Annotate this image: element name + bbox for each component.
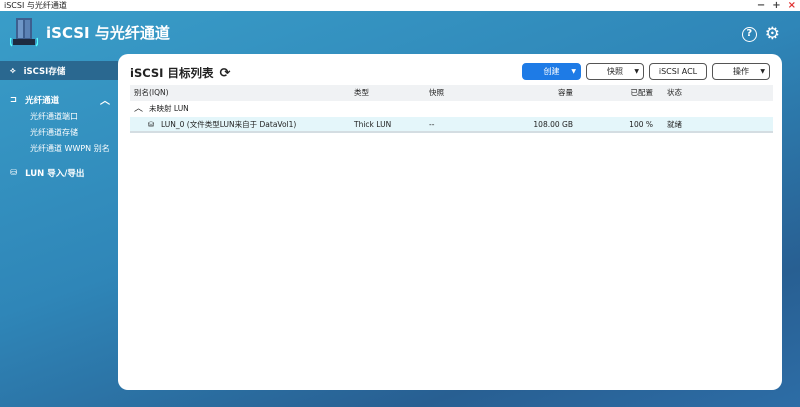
chevron-up-icon[interactable]: ︿ — [134, 101, 143, 117]
app-logo-icon — [9, 16, 39, 48]
cell-type: Thick LUN — [354, 120, 392, 129]
column-snapshot[interactable]: 快照 — [429, 85, 444, 101]
cell-allocated: 100 % — [629, 120, 653, 129]
snapshot-label: 快照 — [607, 67, 623, 76]
sidebar-item-label: 光纤通道 — [25, 95, 60, 106]
close-button[interactable]: × — [788, 0, 796, 11]
column-status[interactable]: 状态 — [667, 85, 682, 101]
table-header: 别名(IQN) 类型 快照 容量 已配置 状态 — [130, 85, 773, 101]
iscsi-icon: ⟡ — [10, 65, 16, 76]
group-label: 未映射 LUN — [149, 104, 189, 113]
cell-snapshot: -- — [429, 120, 435, 129]
column-allocated[interactable]: 已配置 — [631, 85, 654, 101]
app-header: iSCSI 与光纤通道 — [9, 16, 170, 48]
snapshot-button[interactable]: 快照 ▼ — [586, 63, 644, 80]
group-row[interactable]: ︿ 未映射 LUN — [130, 101, 773, 117]
help-icon[interactable]: ? — [741, 27, 757, 42]
main-panel: iSCSI 目标列表 ⟳ 创建 ▼ 快照 ▼ iSCSI ACL 操作 ▼ 别名(IQN… — [118, 54, 782, 390]
sidebar-item-label: iSCSI存储 — [23, 66, 66, 77]
action-button[interactable]: 操作 ▼ — [712, 63, 770, 80]
action-label: 操作 — [733, 67, 749, 76]
fibre-channel-icon: ⊐ — [10, 94, 18, 105]
sidebar-item-lun-import-export[interactable]: ⛁ LUN 导入/导出 — [0, 163, 118, 182]
cell-alias: LUN_0 (文件类型LUN来自于 DataVol1) — [161, 120, 297, 129]
minimize-button[interactable]: − — [757, 0, 765, 11]
window-title: iSCSI 与光纤通道 — [4, 1, 67, 10]
caret-down-icon: ▼ — [571, 68, 576, 75]
sidebar-item-label: LUN 导入/导出 — [25, 168, 85, 179]
iscsi-target-table: 别名(IQN) 类型 快照 容量 已配置 状态 ︿ 未映射 LUN ⛁ LUN_… — [130, 85, 773, 133]
sidebar: ⟡ iSCSI存储 ⊐ 光纤通道 ︿ 光纤通道端口 光纤通道存储 光纤通道 WWPN … — [0, 61, 118, 182]
column-alias[interactable]: 别名(IQN) — [134, 85, 169, 101]
page-title: iSCSI 目标列表 — [130, 66, 214, 80]
sidebar-item-iscsi-storage[interactable]: ⟡ iSCSI存储 — [0, 61, 118, 80]
app-title: iSCSI 与光纤通道 — [46, 23, 170, 42]
cell-capacity: 108.00 GB — [533, 120, 573, 129]
sidebar-subitem-fc-storage[interactable]: 光纤通道存储 — [0, 125, 118, 141]
sidebar-subitem-fc-ports[interactable]: 光纤通道端口 — [0, 109, 118, 125]
column-type[interactable]: 类型 — [354, 85, 369, 101]
refresh-icon[interactable]: ⟳ — [219, 66, 230, 81]
lun-import-export-icon: ⛁ — [10, 167, 18, 178]
gear-icon[interactable]: ⚙ — [765, 26, 780, 43]
caret-down-icon: ▼ — [634, 68, 639, 75]
iscsi-acl-button[interactable]: iSCSI ACL — [649, 63, 707, 80]
window-titlebar: iSCSI 与光纤通道 − + × — [0, 0, 800, 11]
create-label: 创建 — [543, 67, 560, 76]
column-capacity[interactable]: 容量 — [558, 85, 573, 101]
cell-status: 就绪 — [667, 120, 682, 129]
sidebar-item-fibre-channel[interactable]: ⊐ 光纤通道 ︿ — [0, 90, 118, 109]
create-button[interactable]: 创建 ▼ — [522, 63, 581, 80]
maximize-button[interactable]: + — [772, 0, 780, 11]
table-row[interactable]: ⛁ LUN_0 (文件类型LUN来自于 DataVol1) Thick LUN … — [130, 117, 773, 133]
caret-down-icon: ▼ — [760, 68, 765, 75]
sidebar-subitem-fc-wwpn-alias[interactable]: 光纤通道 WWPN 别名 — [0, 141, 118, 157]
lun-icon: ⛁ — [148, 120, 155, 129]
chevron-up-icon[interactable]: ︿ — [100, 92, 110, 107]
